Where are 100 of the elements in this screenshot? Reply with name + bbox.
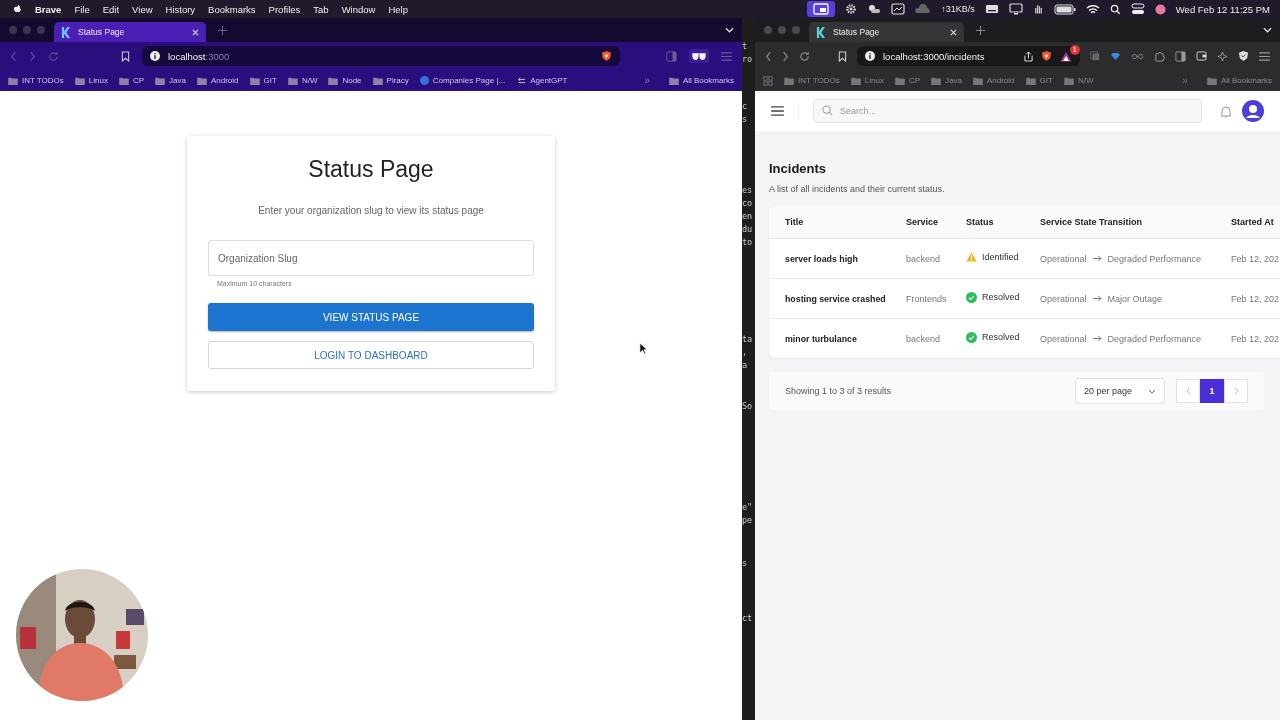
bookmark-item[interactable]: Companies Page |...: [419, 76, 506, 85]
bookmark-item[interactable]: Java: [931, 76, 962, 85]
terminal-text: s: [742, 113, 749, 126]
apple-icon[interactable]: [13, 3, 22, 15]
shield-icon[interactable]: [601, 50, 612, 62]
menu-icon[interactable]: [721, 51, 732, 61]
menu-item[interactable]: File: [74, 3, 90, 15]
weather-icon[interactable]: [867, 3, 882, 15]
chevron-down-icon[interactable]: [1263, 27, 1272, 33]
bookmark-item[interactable]: N/W: [1063, 76, 1094, 85]
bookmark-item[interactable]: Linux: [74, 76, 108, 85]
display-icon[interactable]: [891, 3, 906, 15]
menu-icon[interactable]: [1259, 51, 1270, 61]
tab-title: Status Page: [833, 27, 881, 37]
close-icon[interactable]: [950, 28, 957, 36]
bookmark-item[interactable]: Java: [155, 76, 186, 85]
table-cell-text: backend: [906, 253, 942, 264]
copy-icon[interactable]: [1090, 51, 1100, 61]
menu-item[interactable]: Tab: [313, 3, 329, 15]
monitor-icon[interactable]: [1008, 3, 1023, 15]
menu-clock[interactable]: Wed Feb 12 11:25 PM: [1175, 3, 1270, 15]
bell-icon[interactable]: [1220, 104, 1232, 118]
puzzle-icon[interactable]: [1154, 50, 1165, 62]
battery-icon[interactable]: [1053, 3, 1076, 15]
wifi-icon[interactable]: [1085, 3, 1100, 15]
folder-icon: [784, 76, 794, 85]
network-speed[interactable]: ↑31KB/s: [941, 4, 975, 14]
status-label: Resolved: [982, 292, 1020, 302]
share-icon[interactable]: [1024, 50, 1033, 62]
avatar-icon[interactable]: [1242, 100, 1264, 122]
sidebar-icon[interactable]: [1175, 50, 1186, 62]
close-icon[interactable]: [192, 28, 199, 36]
glasses-icon[interactable]: [1131, 52, 1144, 60]
bookmark-item[interactable]: N/W: [287, 76, 318, 85]
folder-icon: [1025, 76, 1036, 85]
per-page-dropdown[interactable]: 20 per page: [1074, 378, 1165, 404]
login-to-dashboard-button[interactable]: LOGIN TO DASHBOARD: [208, 341, 534, 369]
menu-icon[interactable]: [771, 106, 784, 116]
gear-icon[interactable]: [845, 3, 858, 15]
terminal-text: s: [742, 557, 749, 570]
shield-check-icon[interactable]: [1238, 50, 1249, 62]
profile-icon[interactable]: [1154, 3, 1166, 15]
keyboard-icon[interactable]: [984, 4, 999, 14]
browser-tab[interactable]: Status Page: [54, 22, 206, 42]
organization-slug-field[interactable]: Organization Slug: [208, 240, 534, 276]
bookmarks-overflow[interactable]: »: [644, 75, 650, 86]
menu-item[interactable]: Window: [341, 3, 376, 15]
wallet-icon[interactable]: [1196, 51, 1207, 61]
control-center-icon[interactable]: [1130, 3, 1145, 15]
forward-icon[interactable]: [782, 50, 789, 62]
view-status-page-button[interactable]: VIEW STATUS PAGE: [208, 303, 534, 331]
screen-share-icon[interactable]: [807, 1, 836, 17]
table-cell: Feb 12, 202: [1231, 333, 1280, 344]
menu-item[interactable]: Edit: [102, 3, 120, 15]
bookmark-item[interactable]: GIT: [1025, 76, 1053, 85]
bookmark-icon[interactable]: [838, 50, 847, 62]
triangle-icon[interactable]: [1060, 50, 1072, 62]
cloud-icon[interactable]: [915, 4, 932, 14]
all-bookmarks[interactable]: All Bookmarks: [668, 76, 734, 85]
browser-tab[interactable]: Status Page: [809, 22, 964, 42]
bookmark-icon[interactable]: [121, 50, 130, 62]
folder-icon: [668, 76, 679, 85]
folder-icon: [894, 76, 905, 85]
menu-item[interactable]: Bookmarks: [208, 3, 256, 15]
sunglasses-icon[interactable]: [689, 49, 709, 63]
bookmark-item[interactable]: INT TODOs: [8, 76, 64, 85]
search-icon[interactable]: [1109, 3, 1121, 15]
new-tab-icon[interactable]: [976, 25, 985, 35]
bookmark-item[interactable]: GIT: [249, 76, 277, 85]
menu-item[interactable]: Help: [388, 3, 408, 15]
folder-icon: [328, 76, 339, 85]
page-description: A list of all incidents and their current status.: [769, 184, 946, 194]
all-bookmarks[interactable]: All Bookmarks: [1206, 76, 1272, 85]
address-bar[interactable]: localhost:3000/incidents 1: [857, 46, 1080, 66]
new-tab-icon[interactable]: [218, 25, 227, 35]
sidebar-icon[interactable]: [666, 50, 677, 62]
address-bar[interactable]: localhost:3000: [142, 46, 620, 66]
chevron-down-icon[interactable]: [725, 27, 734, 33]
bookmark-item[interactable]: Android: [196, 76, 239, 85]
bookmark-item[interactable]: Linux: [850, 76, 884, 85]
gem-icon[interactable]: [1110, 51, 1121, 61]
column-header: Service State Transition: [1040, 217, 1144, 227]
shield-icon[interactable]: [1041, 50, 1052, 62]
search-field[interactable]: Search...: [813, 99, 1202, 123]
back-icon[interactable]: [765, 50, 772, 62]
menu-item[interactable]: View: [132, 3, 153, 15]
page-button[interactable]: 1: [1200, 379, 1224, 403]
bookmark-item[interactable]: AgentGPT: [516, 76, 568, 85]
bookmark-item[interactable]: CP: [894, 76, 921, 85]
sparkle-icon[interactable]: [1217, 50, 1228, 62]
reload-icon[interactable]: [799, 50, 810, 62]
bookmark-item[interactable]: Android: [972, 76, 1015, 85]
bookmark-item[interactable]: CP: [118, 76, 145, 85]
folder-icon: [287, 76, 298, 85]
app-menu[interactable]: Brave: [35, 3, 62, 15]
bookmark-item[interactable]: Node: [328, 76, 362, 85]
menu-item[interactable]: History: [165, 3, 196, 15]
menu-item[interactable]: Profiles: [268, 3, 301, 15]
bookmark-item[interactable]: Piracy: [372, 76, 409, 85]
bookmark-item[interactable]: INT TODOs: [784, 76, 840, 85]
